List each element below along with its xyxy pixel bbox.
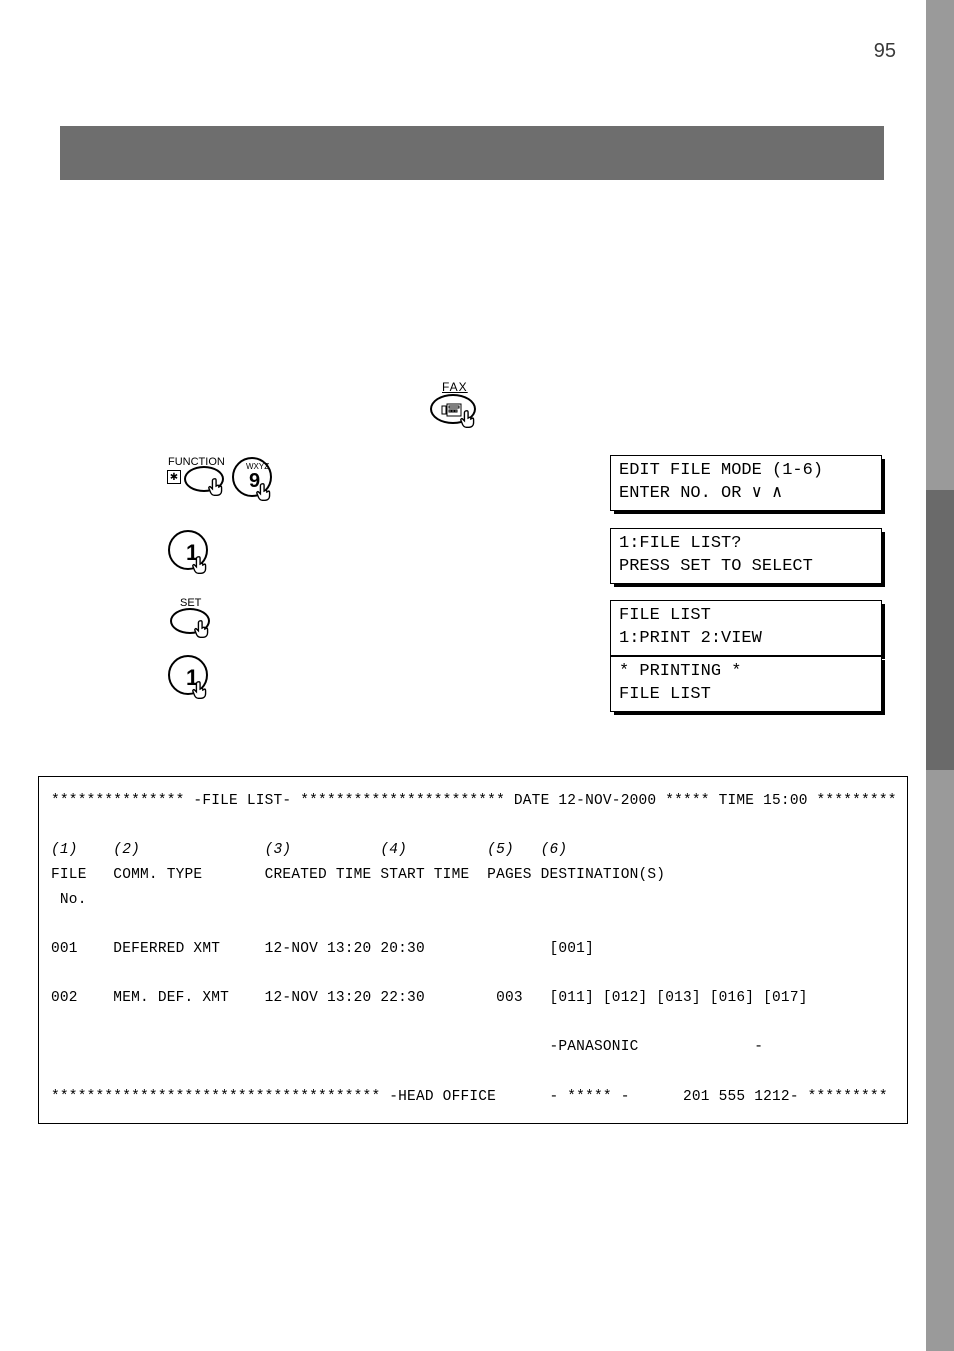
lcd-line: FILE LIST [619,606,711,625]
printout-row: 002 MEM. DEF. XMT 12-NOV 13:20 22:30 003… [51,990,808,1006]
lcd-display-2: 1:FILE LIST? PRESS SET TO SELECT [610,528,882,584]
printout-sub: No. [51,892,87,908]
number-1-button[interactable]: 1 [168,530,208,570]
finger-icon [190,679,212,701]
fax-button[interactable] [430,394,476,424]
finger-icon [192,618,214,640]
fax-label: FAX [442,380,468,394]
star-icon: ✱ [167,470,181,484]
lcd-line: 1:PRINT 2:VIEW [619,629,762,648]
lcd-line: ENTER NO. OR ∨ ∧ [619,484,782,503]
lcd-line: 1:FILE LIST? [619,534,741,553]
page-number: 95 [874,40,896,63]
side-tab [926,0,954,1351]
number-1-button[interactable]: 1 [168,655,208,695]
printout-headers-italic: (1) (2) (3) (4) (5) (6) [51,842,567,858]
file-list-printout: *************** -FILE LIST- ************… [38,776,908,1124]
set-button[interactable] [170,608,210,634]
lcd-display-1: EDIT FILE MODE (1-6) ENTER NO. OR ∨ ∧ [610,455,882,511]
function-button[interactable] [184,466,224,492]
finger-icon [458,408,480,430]
printout-line: *************** -FILE LIST- ************… [51,793,897,809]
printout-headers: FILE COMM. TYPE CREATED TIME START TIME … [51,867,665,883]
finger-icon [190,554,212,576]
header-bar [60,126,884,180]
lcd-display-4: * PRINTING * FILE LIST [610,656,882,712]
lcd-line: PRESS SET TO SELECT [619,557,813,576]
printout-row: -PANASONIC - [51,1039,763,1055]
finger-icon [254,481,276,503]
number-9-button[interactable]: WXYZ 9 [232,457,272,497]
lcd-line: EDIT FILE MODE (1-6) [619,461,823,480]
printout-row: 001 DEFERRED XMT 12-NOV 13:20 20:30 [001… [51,941,594,957]
lcd-display-3: FILE LIST 1:PRINT 2:VIEW [610,600,882,656]
side-tab-band [926,490,954,770]
printout-footer: ************************************* -H… [51,1089,888,1105]
lcd-line: * PRINTING * [619,662,741,681]
lcd-line: FILE LIST [619,685,711,704]
finger-icon [206,476,228,498]
